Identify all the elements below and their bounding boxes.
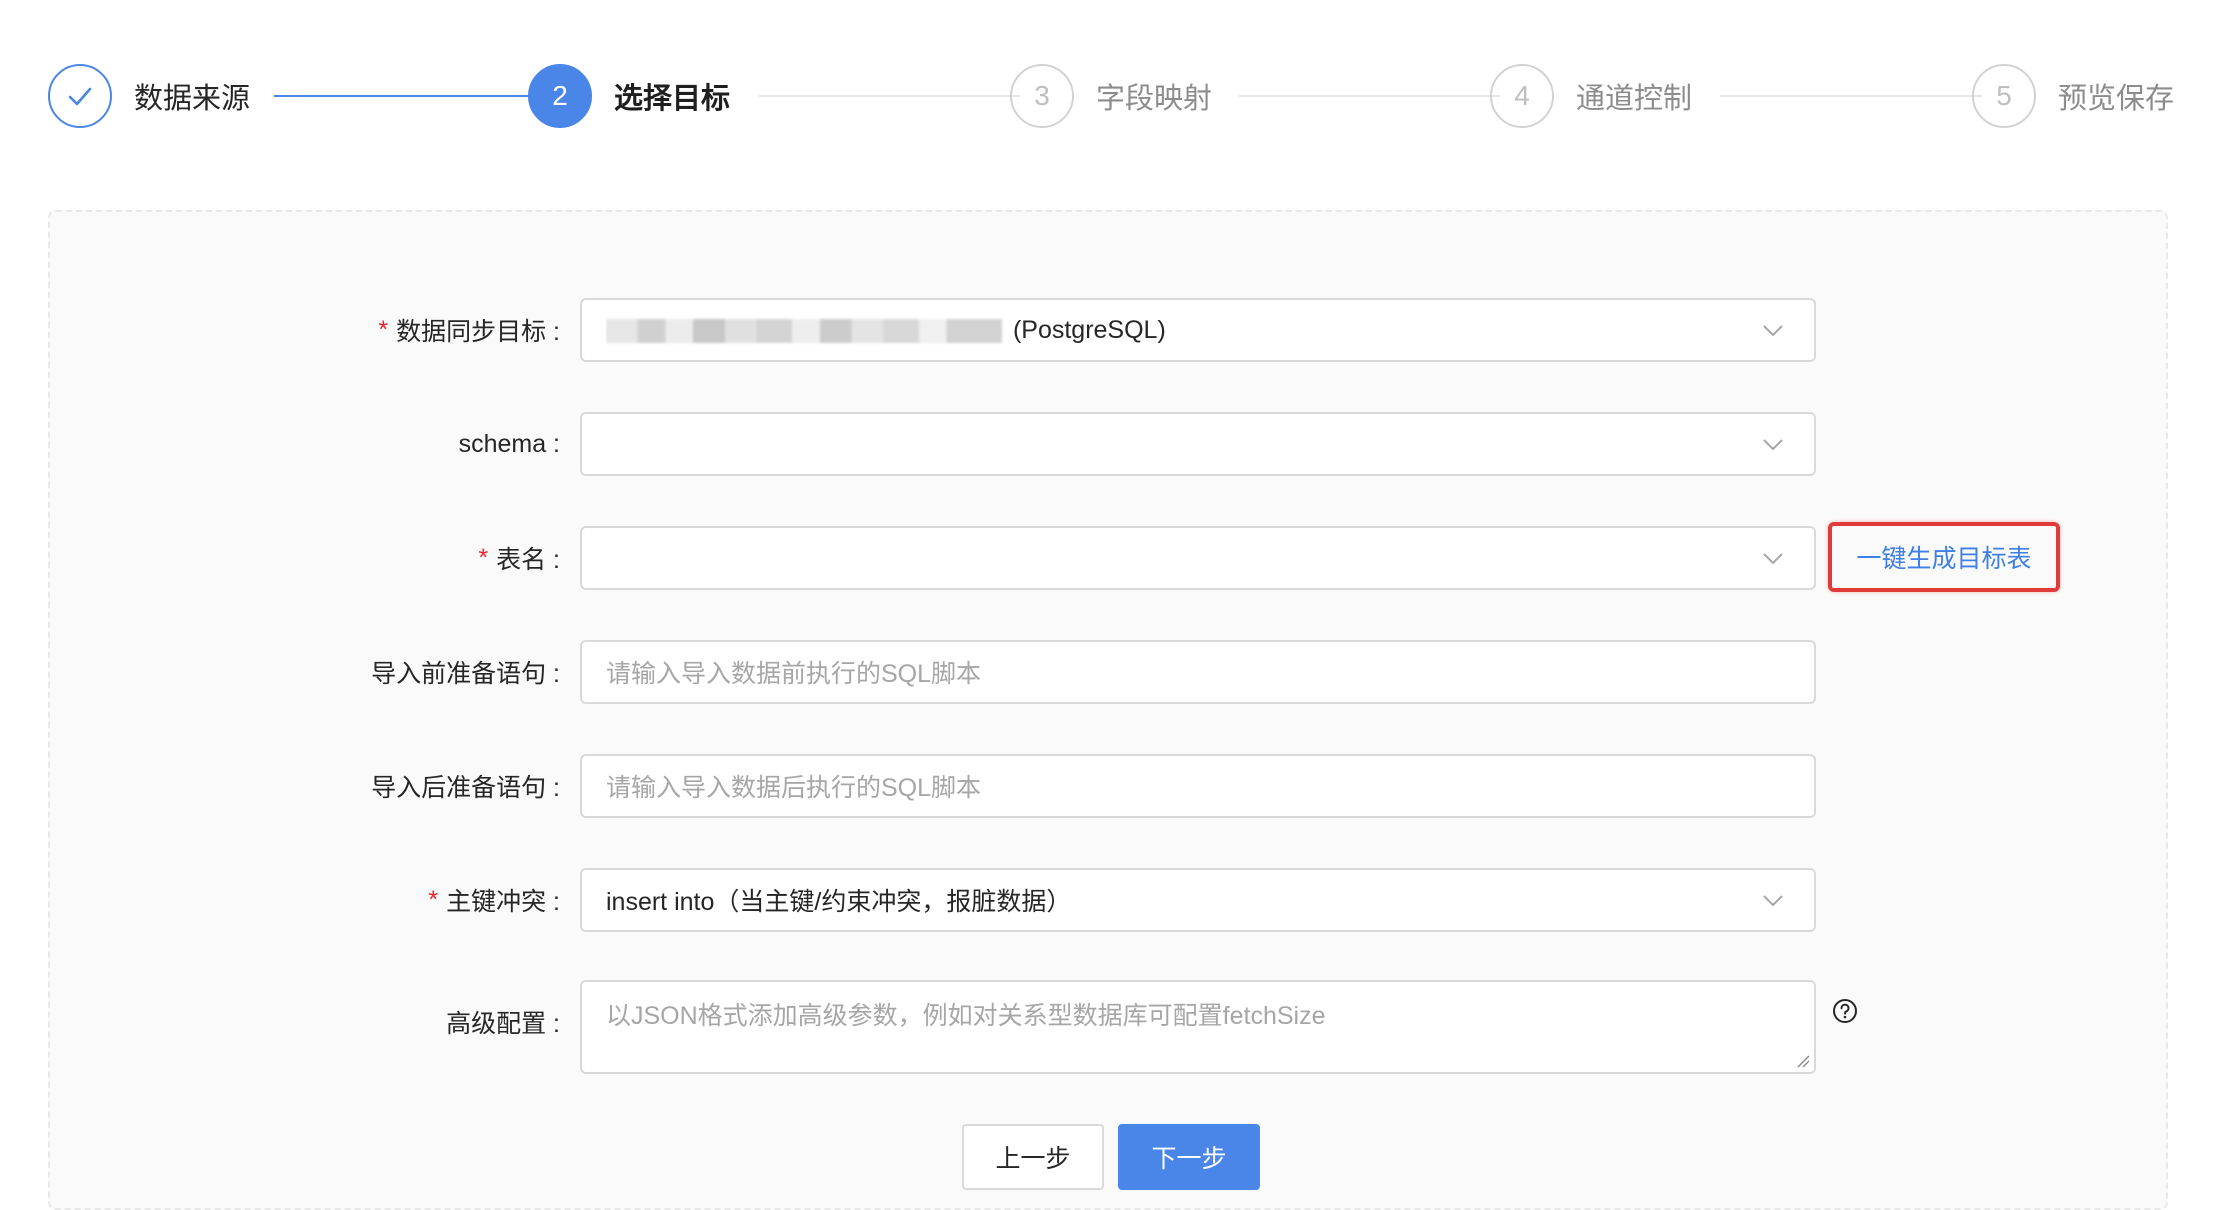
resize-handle-icon[interactable]	[1796, 1054, 1810, 1068]
advanced-placeholder: 以JSON格式添加高级参数，例如对关系型数据库可配置fetchSize	[606, 1002, 1326, 1030]
chevron-down-icon	[1763, 895, 1783, 907]
obscured-datasource-name	[606, 318, 1002, 343]
target-select[interactable]: (PostgreSQL)	[580, 298, 1816, 362]
step-connector-1	[274, 95, 544, 97]
schema-label: schema :	[458, 429, 560, 458]
step-label: 通道控制	[1576, 83, 1693, 115]
step-data-source[interactable]: 数据来源	[48, 64, 250, 128]
step-label: 数据来源	[134, 83, 251, 115]
form-row-target: * 数据同步目标 : (PostgreSQL)	[0, 298, 2240, 362]
conflict-label: * 主键冲突 :	[428, 885, 560, 917]
form-row-post-sql: 导入后准备语句 : 请输入导入数据后执行的SQL脚本	[0, 754, 2240, 818]
target-label: * 数据同步目标 :	[378, 315, 560, 347]
advanced-textarea[interactable]: 以JSON格式添加高级参数，例如对关系型数据库可配置fetchSize	[580, 980, 1816, 1074]
chevron-down-icon	[1763, 553, 1783, 565]
post-sql-placeholder: 请输入导入数据后执行的SQL脚本	[606, 774, 982, 802]
previous-step-button[interactable]: 上一步	[962, 1124, 1104, 1190]
form-row-conflict: * 主键冲突 : insert into（当主键/约束冲突，报脏数据）	[0, 868, 2240, 932]
required-mark: *	[428, 885, 439, 914]
schema-select[interactable]	[580, 412, 1816, 476]
conflict-value: insert into（当主键/约束冲突，报脏数据）	[606, 888, 1072, 916]
next-step-button[interactable]: 下一步	[1118, 1124, 1260, 1190]
step-connector-4	[1720, 95, 1982, 97]
target-value: (PostgreSQL)	[606, 316, 1760, 345]
step-preview-save[interactable]: 5 预览保存	[1972, 64, 2174, 128]
step-connector-3	[1238, 95, 1500, 97]
step-label: 字段映射	[1096, 83, 1213, 115]
required-mark: *	[478, 543, 489, 572]
step-label: 预览保存	[2058, 83, 2175, 115]
question-circle-icon[interactable]	[1832, 998, 1858, 1024]
table-select[interactable]	[580, 526, 1816, 590]
advanced-label: 高级配置 :	[446, 1010, 560, 1038]
form-row-pre-sql: 导入前准备语句 : 请输入导入数据前执行的SQL脚本	[0, 640, 2240, 704]
generate-target-table-button[interactable]: 一键生成目标表	[1828, 522, 2060, 592]
post-sql-label: 导入后准备语句 :	[371, 774, 560, 802]
form-row-table: * 表名 : 一键生成目标表	[0, 522, 2240, 592]
step-connector-2	[758, 95, 1020, 97]
pre-sql-placeholder: 请输入导入数据前执行的SQL脚本	[606, 660, 982, 688]
step-number: 5	[1972, 64, 2036, 128]
conflict-select[interactable]: insert into（当主键/约束冲突，报脏数据）	[580, 868, 1816, 932]
pre-sql-input[interactable]: 请输入导入数据前执行的SQL脚本	[580, 640, 1816, 704]
form-row-schema: schema :	[0, 412, 2240, 476]
step-number: 3	[1010, 64, 1074, 128]
chevron-down-icon	[1763, 325, 1783, 337]
pre-sql-label: 导入前准备语句 :	[371, 660, 560, 688]
step-field-mapping[interactable]: 3 字段映射	[1010, 64, 1212, 128]
form-row-advanced: 高级配置 : 以JSON格式添加高级参数，例如对关系型数据库可配置fetchSi…	[0, 980, 2240, 1074]
chevron-down-icon	[1763, 439, 1783, 451]
post-sql-input[interactable]: 请输入导入数据后执行的SQL脚本	[580, 754, 1816, 818]
required-mark: *	[378, 315, 389, 344]
step-label: 选择目标	[614, 83, 731, 115]
step-select-target[interactable]: 2 选择目标	[528, 64, 730, 128]
step-number: 4	[1490, 64, 1554, 128]
step-channel-control[interactable]: 4 通道控制	[1490, 64, 1692, 128]
step-number: 2	[528, 64, 592, 128]
check-icon	[48, 64, 112, 128]
step-progress-bar: 数据来源 2 选择目标 3 字段映射 4 通道控制 5 预览保存	[48, 64, 2174, 128]
table-label: * 表名 :	[478, 543, 560, 575]
